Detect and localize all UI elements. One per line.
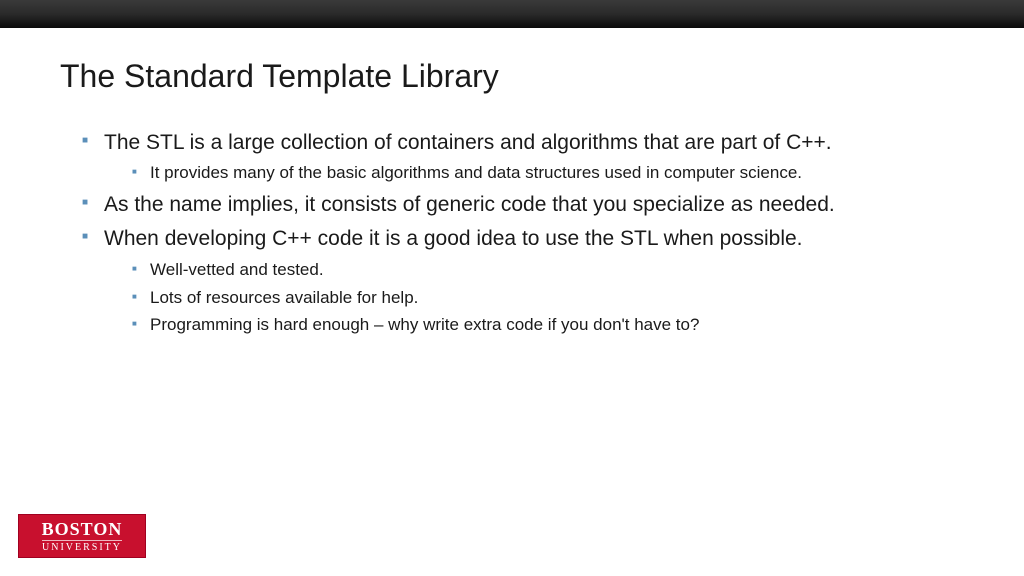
list-item: The STL is a large collection of contain… [82,129,964,185]
bullet-text: As the name implies, it consists of gene… [104,193,835,216]
bullet-text: When developing C++ code it is a good id… [104,227,803,250]
slide-content: The Standard Template Library The STL is… [0,28,1024,337]
sub-list: It provides many of the basic algorithms… [104,161,964,185]
slide-top-bar [0,0,1024,28]
list-item: Programming is hard enough – why write e… [132,313,964,337]
list-item: It provides many of the basic algorithms… [132,161,964,185]
list-item: When developing C++ code it is a good id… [82,225,964,337]
bullet-text: The STL is a large collection of contain… [104,131,832,154]
bullet-text: Lots of resources available for help. [150,288,418,307]
bullet-text: Well-vetted and tested. [150,260,324,279]
list-item: Well-vetted and tested. [132,258,964,282]
slide-title: The Standard Template Library [60,58,964,95]
bullet-list: The STL is a large collection of contain… [60,129,964,337]
list-item: Lots of resources available for help. [132,286,964,310]
boston-university-logo: BOSTON UNIVERSITY [18,514,146,558]
bullet-text: It provides many of the basic algorithms… [150,163,802,182]
bullet-text: Programming is hard enough – why write e… [150,315,699,334]
list-item: As the name implies, it consists of gene… [82,191,964,219]
logo-line2: UNIVERSITY [42,540,122,553]
sub-list: Well-vetted and tested. Lots of resource… [104,258,964,337]
logo-line1: BOSTON [42,520,123,538]
